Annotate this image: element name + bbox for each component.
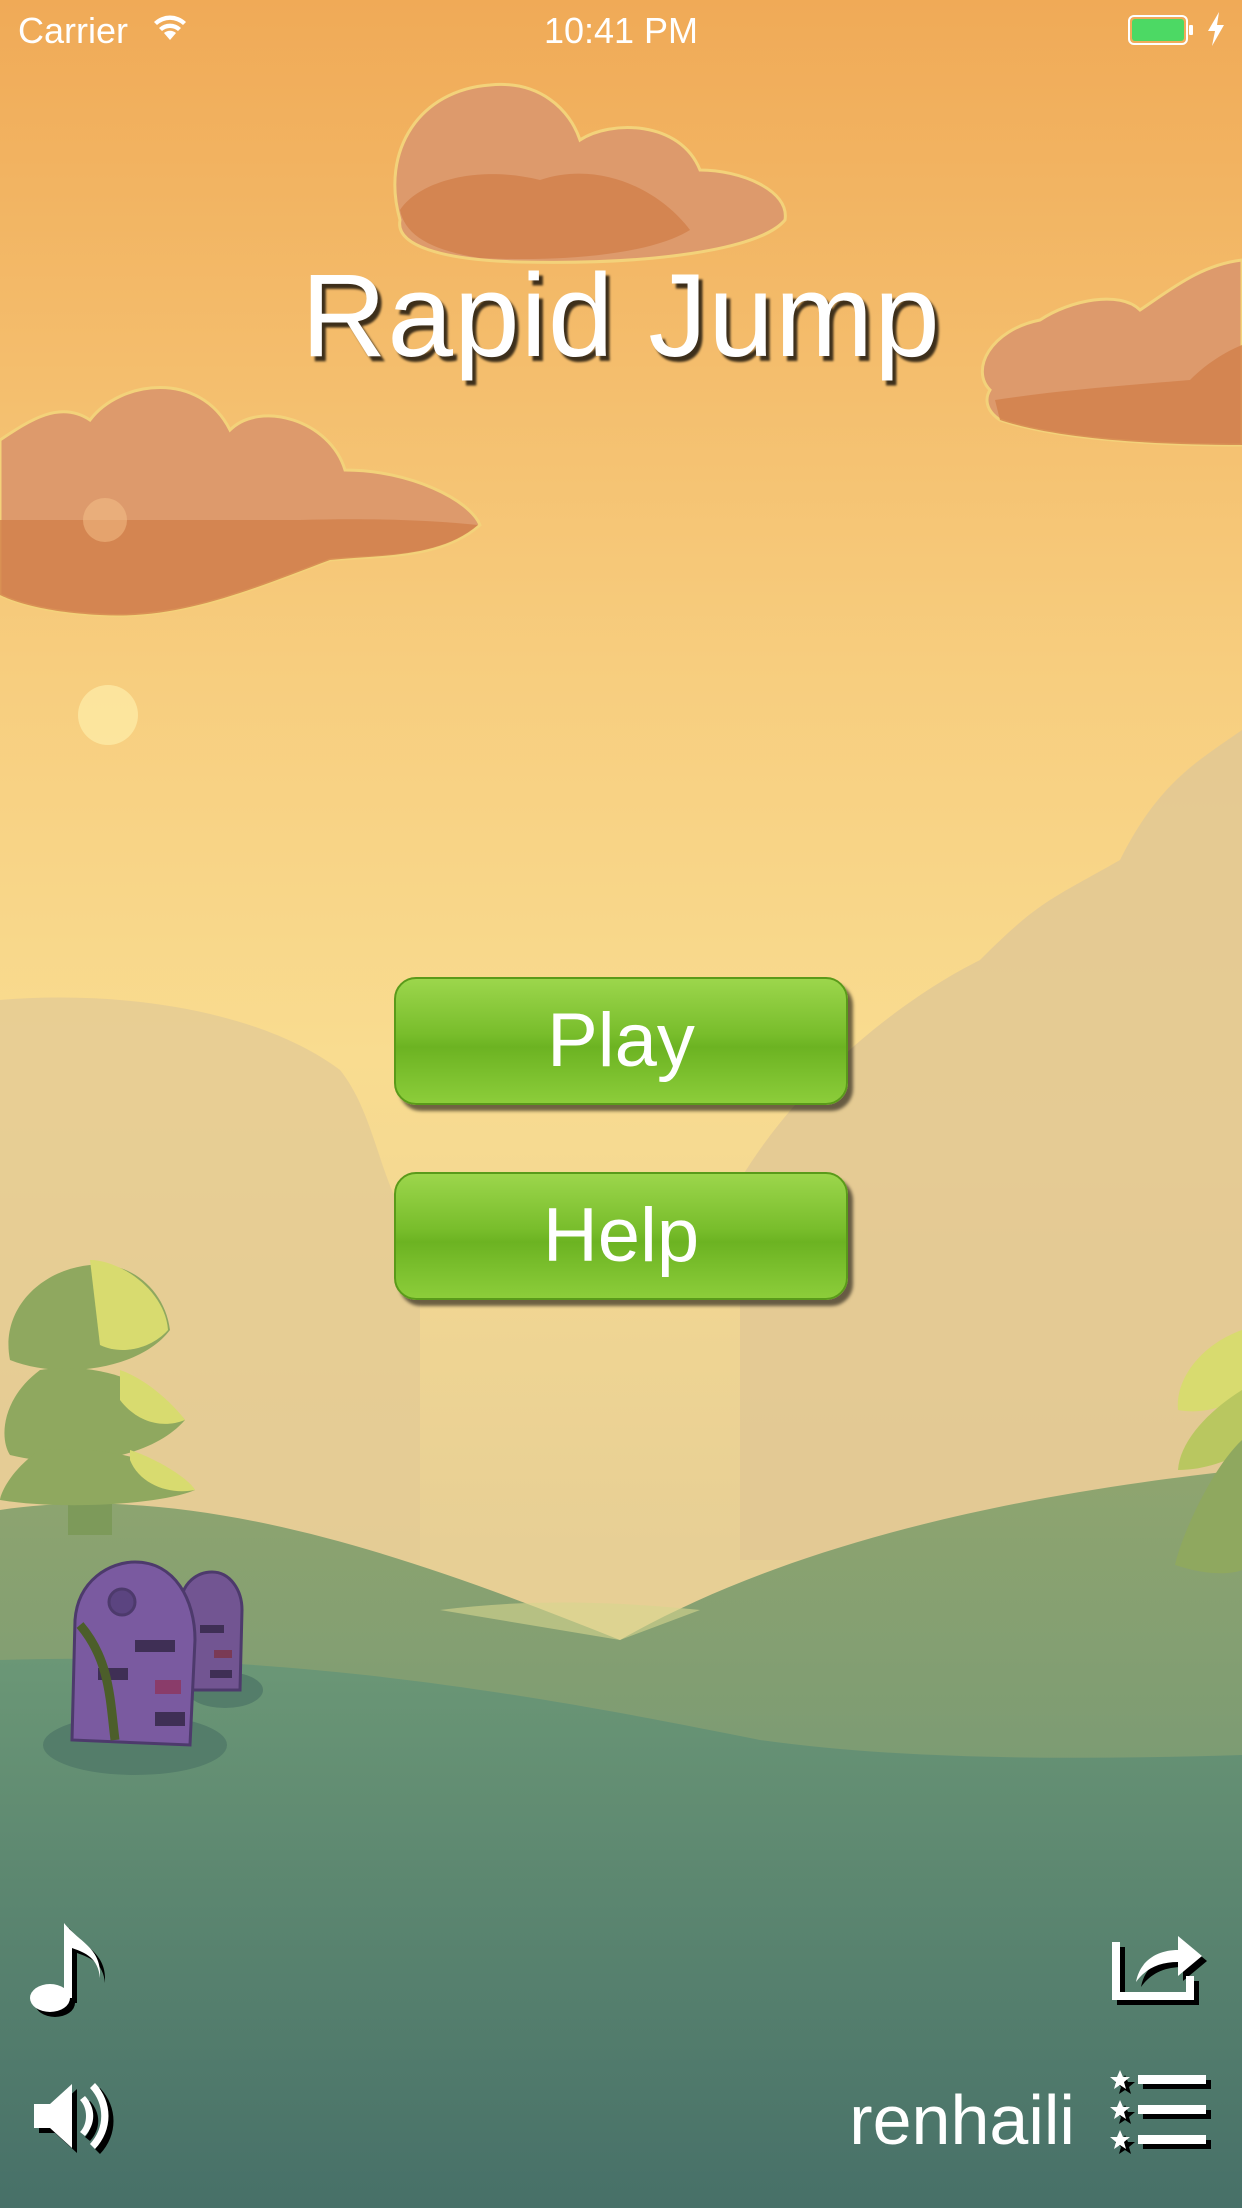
battery-icon xyxy=(1128,15,1193,45)
music-note-icon[interactable] xyxy=(28,1918,120,2018)
charging-icon xyxy=(1208,12,1224,46)
share-icon[interactable] xyxy=(1112,1922,1212,2006)
status-bar: Carrier 10:41 PM xyxy=(0,0,1242,60)
speaker-icon[interactable] xyxy=(30,2078,122,2160)
status-time: 10:41 PM xyxy=(543,10,699,51)
play-button[interactable]: Play xyxy=(394,977,848,1105)
game-title: Rapid Jump xyxy=(301,250,941,382)
player-username: renhaili xyxy=(849,2081,1075,2159)
game-screen: Carrier 10:41 PM Rapid Jump Play Help re… xyxy=(0,0,1242,2208)
leaderboard-icon[interactable] xyxy=(1110,2070,1216,2154)
help-button[interactable]: Help xyxy=(394,1172,848,1300)
